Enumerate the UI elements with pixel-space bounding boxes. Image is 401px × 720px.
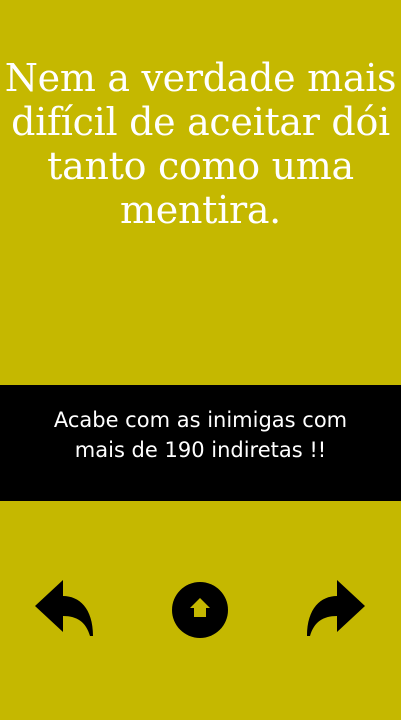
quote-line: tanto como uma [47,144,354,188]
ad-text-line: Acabe com as inimigas com [53,408,348,432]
back-button[interactable] [33,578,95,642]
quote-line: mentira. [120,188,281,232]
next-button[interactable] [305,578,367,642]
quote-text: Nem a verdade mais difícil de aceitar dó… [0,56,401,232]
home-icon [172,582,228,638]
ad-banner[interactable]: Acabe com as inimigas com mais de 190 in… [0,385,401,501]
quote-line: Nem a verdade mais [4,56,397,100]
quote-line: difícil de aceitar dói [11,100,390,144]
reply-arrow-left-icon [35,580,93,636]
forward-arrow-right-icon [307,580,365,636]
home-button[interactable] [170,580,230,640]
ad-text-line: mais de 190 indiretas !! [74,438,327,462]
